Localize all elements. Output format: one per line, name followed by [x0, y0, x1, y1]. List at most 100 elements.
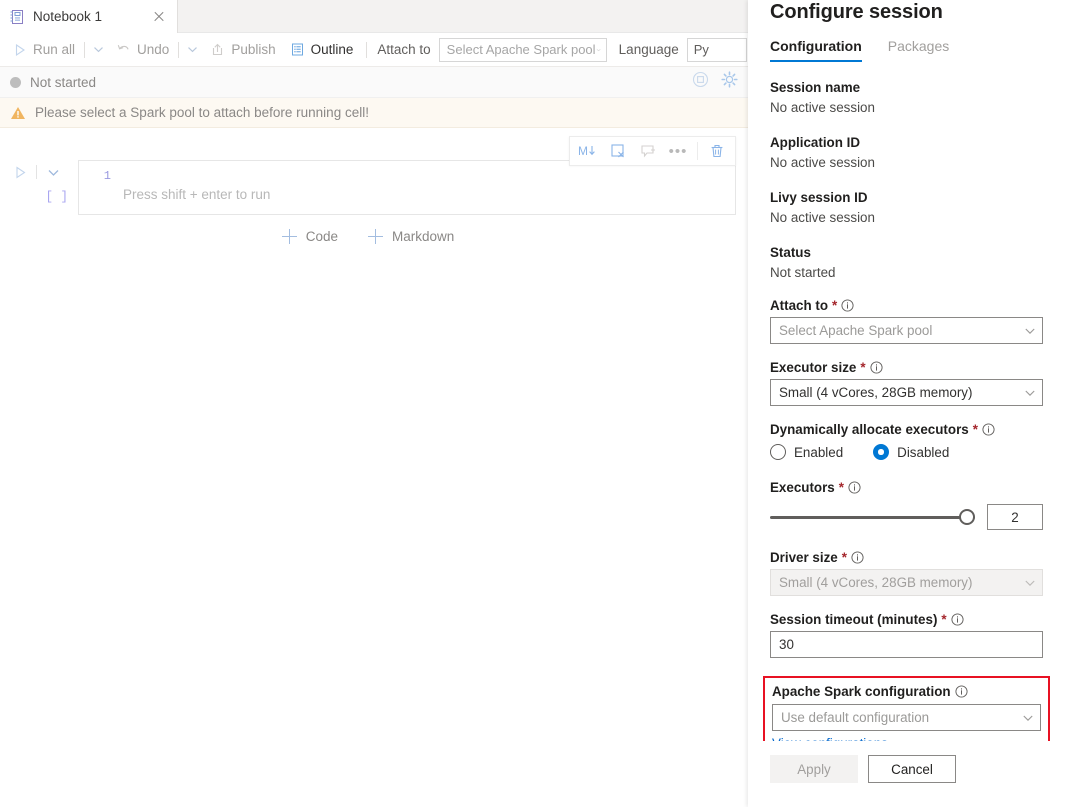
language-dropdown[interactable]: Py [687, 38, 747, 62]
chevron-down-icon[interactable] [43, 162, 63, 182]
attach-to-value: Select Apache Spark pool [779, 323, 1024, 338]
session-timeout-input[interactable]: 30 [770, 631, 1043, 658]
field-label: Executors * [770, 480, 1043, 495]
run-cell-icon[interactable] [10, 162, 30, 182]
field-label: Apache Spark configuration [772, 684, 1041, 699]
executors-value[interactable]: 2 [987, 504, 1043, 530]
required-marker: * [839, 480, 844, 495]
notebook-area: Notebook 1 Run all [0, 0, 748, 807]
info-application-id: Application ID No active session [770, 133, 1043, 172]
publish-button[interactable]: Publish [203, 36, 282, 64]
info-icon[interactable] [851, 551, 864, 564]
run-all-button[interactable]: Run all [6, 36, 82, 64]
session-status-text: Not started [30, 75, 96, 90]
attach-to-label: Attach to [377, 42, 430, 57]
publish-icon [210, 42, 225, 57]
info-icon[interactable] [955, 685, 968, 698]
required-marker: * [973, 422, 978, 437]
panel-content: Configure session Configuration Packages… [748, 0, 1065, 741]
session-timeout-label: Session timeout (minutes) [770, 612, 937, 627]
info-label: Livy session ID [770, 188, 1043, 207]
execution-count: [ ] [45, 190, 68, 204]
executors-slider[interactable] [770, 508, 975, 526]
gear-icon[interactable] [721, 71, 738, 93]
delete-icon[interactable] [703, 138, 731, 164]
required-marker: * [832, 298, 837, 313]
undo-button[interactable]: Undo [109, 36, 176, 64]
configure-session-panel: Configure session Configuration Packages… [748, 0, 1065, 807]
executor-size-select[interactable]: Small (4 vCores, 28GB memory) [770, 379, 1043, 406]
required-marker: * [860, 360, 865, 375]
undo-label: Undo [137, 43, 169, 57]
slider-thumb[interactable] [959, 509, 975, 525]
info-icon[interactable] [848, 481, 861, 494]
clear-output-icon[interactable] [604, 138, 632, 164]
driver-size-select: Small (4 vCores, 28GB memory) [770, 569, 1043, 596]
add-markdown-label: Markdown [392, 229, 454, 244]
publish-label: Publish [231, 43, 275, 57]
command-bar: Run all Undo [0, 33, 748, 67]
info-label: Application ID [770, 133, 1043, 152]
chevron-down-icon [187, 44, 198, 55]
chevron-down-icon [1024, 387, 1036, 399]
divider [84, 42, 85, 58]
add-comment-icon[interactable] [634, 138, 662, 164]
notebook-icon [9, 9, 25, 25]
markdown-icon[interactable]: M [574, 138, 602, 164]
status-actions [692, 71, 738, 93]
run-all-dropdown[interactable] [87, 36, 109, 64]
code-cell[interactable]: 1 Press shift + enter to run [78, 160, 736, 215]
cell-area: M ••• [0, 128, 748, 244]
info-value: No active session [770, 98, 1043, 117]
divider [366, 42, 367, 58]
add-code-cell-button[interactable]: Code [282, 229, 338, 244]
tab-title: Notebook 1 [33, 9, 143, 24]
driver-size-value: Small (4 vCores, 28GB memory) [779, 575, 1024, 590]
divider [697, 142, 698, 160]
outline-button[interactable]: Outline [283, 36, 361, 64]
field-dynamic-allocation: Dynamically allocate executors * Enabled [770, 422, 1043, 460]
panel-footer: Apply Cancel [748, 741, 1065, 807]
outline-icon [290, 42, 305, 57]
app-root: Notebook 1 Run all [0, 0, 1065, 807]
svg-text:M: M [578, 144, 588, 158]
field-executor-size: Executor size * Small (4 vCores, 28GB me… [770, 360, 1043, 406]
field-label: Executor size * [770, 360, 1043, 375]
attach-to-dropdown[interactable]: Select Apache Spark pool [439, 38, 607, 62]
radio-circle [770, 444, 786, 460]
radio-disabled[interactable]: Disabled [873, 444, 949, 460]
chevron-down-icon [596, 44, 601, 56]
executor-size-label: Executor size [770, 360, 856, 375]
more-options-icon[interactable]: ••• [664, 138, 692, 164]
add-markdown-cell-button[interactable]: Markdown [368, 229, 454, 244]
spark-config-value: Use default configuration [781, 710, 1022, 725]
chevron-down-icon [1024, 325, 1036, 337]
info-status: Status Not started [770, 243, 1043, 282]
apply-button[interactable]: Apply [770, 755, 858, 783]
chevron-down-icon [93, 44, 104, 55]
outline-label: Outline [311, 43, 354, 57]
notebook-tab[interactable]: Notebook 1 [0, 0, 178, 33]
cancel-button[interactable]: Cancel [868, 755, 956, 783]
info-icon[interactable] [870, 361, 883, 374]
language-value: Py [694, 42, 709, 57]
session-status-bar: Not started [0, 67, 748, 98]
info-icon[interactable] [951, 613, 964, 626]
radio-enabled[interactable]: Enabled [770, 444, 843, 460]
code-placeholder: Press shift + enter to run [121, 187, 270, 202]
close-icon[interactable] [151, 9, 167, 25]
radio-circle [873, 444, 889, 460]
tab-packages[interactable]: Packages [888, 38, 949, 62]
warning-triangle-icon [10, 105, 26, 121]
undo-dropdown[interactable] [181, 36, 203, 64]
cell-gutter: [ ] [0, 160, 78, 182]
spark-config-select[interactable]: Use default configuration [772, 704, 1041, 731]
stop-icon[interactable] [692, 71, 709, 93]
panel-tabs: Configuration Packages [770, 38, 1043, 62]
info-icon[interactable] [982, 423, 995, 436]
driver-size-label: Driver size [770, 550, 838, 565]
info-icon[interactable] [841, 299, 854, 312]
tab-configuration[interactable]: Configuration [770, 38, 862, 62]
attach-to-select[interactable]: Select Apache Spark pool [770, 317, 1043, 344]
language-label: Language [619, 42, 679, 57]
